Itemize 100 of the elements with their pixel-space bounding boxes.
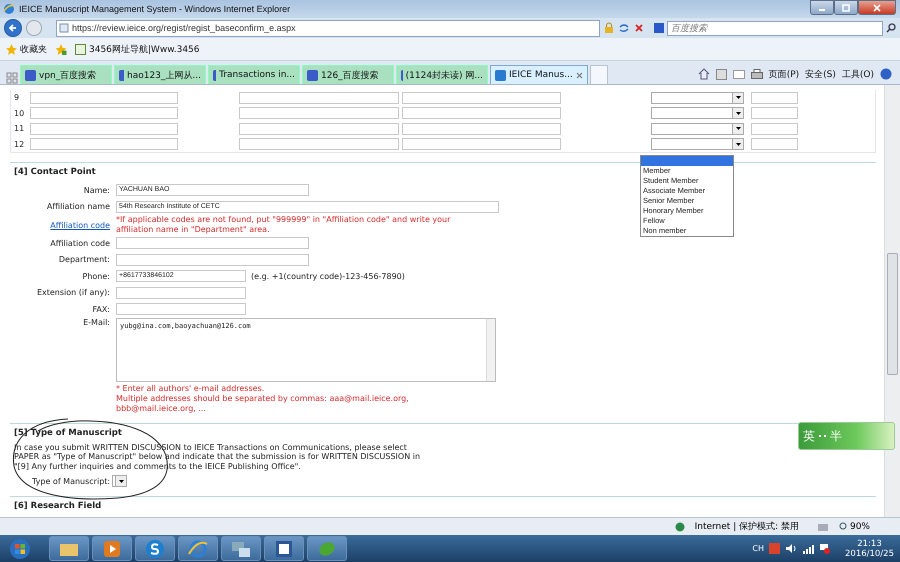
language-indicator[interactable]: CH bbox=[752, 544, 764, 553]
field-label: Affiliation code bbox=[49, 238, 111, 248]
command-menu[interactable]: 安全(S) bbox=[805, 68, 836, 80]
input-field[interactable] bbox=[751, 92, 798, 104]
taskbar-button[interactable] bbox=[135, 536, 175, 561]
caret-icon bbox=[736, 127, 740, 130]
new-tab-button[interactable] bbox=[590, 65, 608, 84]
quick-tabs-icon[interactable] bbox=[6, 72, 18, 84]
caret-icon bbox=[736, 112, 740, 115]
input-field[interactable] bbox=[30, 122, 178, 135]
affiliation-note: *If applicable codes are not found, put "999999" in "Affiliation code" and write your affiliation name in "Department" area. bbox=[116, 215, 452, 235]
caret-icon bbox=[736, 96, 740, 100]
zoom-button[interactable]: 90% bbox=[838, 522, 870, 532]
flag-icon[interactable] bbox=[819, 543, 830, 554]
field-label: Name: bbox=[82, 186, 111, 195]
maximize-icon bbox=[842, 4, 850, 12]
browser-tab[interactable]: 126_百度搜索 bbox=[302, 65, 394, 84]
security-zone: Internet | 保护模式: 禁用 bbox=[694, 520, 799, 533]
input-field[interactable] bbox=[116, 286, 246, 299]
mail-icon[interactable] bbox=[732, 70, 745, 78]
browser-taskbar-button[interactable] bbox=[178, 536, 218, 561]
page-icon bbox=[75, 44, 86, 54]
refresh-icon[interactable] bbox=[618, 22, 630, 34]
section-heading: [4] Contact Point bbox=[14, 167, 96, 177]
taskbar-button[interactable] bbox=[221, 536, 261, 561]
close-icon bbox=[873, 4, 881, 12]
input-field[interactable] bbox=[30, 92, 178, 104]
field-label: FAX: bbox=[91, 304, 111, 314]
input-field[interactable] bbox=[751, 122, 798, 135]
favorite-link[interactable]: 3456网址导航|Www.3456 bbox=[73, 42, 202, 56]
close-tab-icon[interactable] bbox=[576, 72, 583, 78]
browser-tab[interactable]: IEICE Manus... bbox=[490, 65, 588, 84]
input-field[interactable] bbox=[116, 237, 309, 250]
input-field[interactable] bbox=[116, 303, 246, 316]
input-field[interactable] bbox=[402, 92, 561, 104]
clock-time[interactable]: 21:13 bbox=[857, 538, 882, 548]
forward-button[interactable] bbox=[26, 20, 42, 36]
site-icon bbox=[119, 70, 124, 80]
media-taskbar-button[interactable] bbox=[92, 536, 132, 561]
search-icon[interactable] bbox=[886, 23, 896, 33]
input-field[interactable] bbox=[239, 122, 399, 135]
membership-select[interactable] bbox=[651, 92, 744, 104]
lock-icon[interactable] bbox=[604, 22, 614, 34]
membership-select[interactable] bbox=[651, 107, 744, 120]
affiliation-code-link[interactable]: Affiliation code bbox=[10, 220, 116, 230]
close-button[interactable] bbox=[858, 0, 896, 15]
arrow-icon bbox=[8, 23, 18, 33]
field-label: Phone: bbox=[82, 272, 111, 281]
signal-icon[interactable] bbox=[802, 544, 814, 554]
home-icon[interactable] bbox=[698, 68, 710, 80]
document-taskbar-button[interactable] bbox=[264, 536, 304, 561]
section-heading: [6] Research Field bbox=[14, 501, 102, 511]
add-favorite-icon[interactable] bbox=[55, 44, 67, 54]
star-icon bbox=[6, 44, 17, 54]
stop-icon[interactable] bbox=[634, 23, 644, 33]
scroll-thumb[interactable] bbox=[887, 253, 898, 375]
input-field[interactable] bbox=[402, 122, 561, 135]
input-field[interactable] bbox=[402, 107, 561, 120]
browser-tab[interactable]: (1124封未读) 网... bbox=[396, 65, 488, 84]
scrollbar[interactable] bbox=[884, 85, 900, 517]
input-field[interactable] bbox=[116, 254, 309, 266]
language-mode: 英 bbox=[803, 428, 815, 444]
row-number: 10 bbox=[13, 108, 26, 118]
maximize-button[interactable] bbox=[834, 0, 858, 15]
browser-icon bbox=[3, 3, 15, 15]
membership-select[interactable] bbox=[651, 122, 744, 135]
print-icon[interactable] bbox=[750, 68, 763, 80]
address-field[interactable]: https://review.ieice.org/regist/regist_baseconfirm_e.aspx bbox=[56, 20, 600, 36]
clock-date[interactable]: 2016/10/25 bbox=[845, 548, 894, 558]
browser-icon bbox=[188, 538, 208, 558]
document-icon bbox=[275, 540, 293, 558]
input-field[interactable] bbox=[239, 138, 399, 150]
s-logo-icon bbox=[145, 538, 165, 558]
input-field[interactable] bbox=[30, 138, 178, 150]
globe-icon bbox=[674, 522, 685, 532]
command-menu[interactable]: 页面(P) bbox=[768, 68, 800, 80]
volume-icon[interactable] bbox=[785, 543, 797, 554]
minimize-button[interactable] bbox=[810, 0, 834, 15]
input-field[interactable] bbox=[402, 138, 561, 150]
back-button[interactable] bbox=[4, 19, 22, 37]
folder-taskbar-button[interactable] bbox=[49, 536, 89, 561]
scrollbar[interactable] bbox=[486, 318, 495, 380]
row-number: 9 bbox=[13, 93, 20, 102]
browser-tab[interactable]: Transactions in... bbox=[208, 65, 300, 84]
help-icon[interactable] bbox=[880, 68, 892, 80]
input-field[interactable] bbox=[239, 107, 399, 120]
input-field[interactable] bbox=[30, 107, 178, 120]
field-label: Type of Manuscript: bbox=[32, 476, 110, 486]
input-field[interactable] bbox=[239, 92, 399, 104]
section-heading: [5] Type of Manuscript bbox=[14, 428, 122, 438]
input-field[interactable] bbox=[751, 107, 798, 120]
input-field[interactable] bbox=[751, 138, 798, 150]
membership-select[interactable] bbox=[651, 138, 744, 150]
favorites-button[interactable]: 收藏夹 bbox=[4, 42, 49, 56]
field-label: Affiliation name bbox=[46, 202, 111, 212]
manuscript-type-select[interactable] bbox=[112, 475, 128, 487]
command-menu[interactable]: 工具(O) bbox=[842, 68, 874, 80]
browser-tab[interactable]: hao123_上网从... bbox=[114, 65, 206, 84]
search-field[interactable]: 百度搜索 bbox=[667, 20, 883, 36]
browser-tab[interactable]: vpn_百度搜索 bbox=[20, 65, 112, 84]
